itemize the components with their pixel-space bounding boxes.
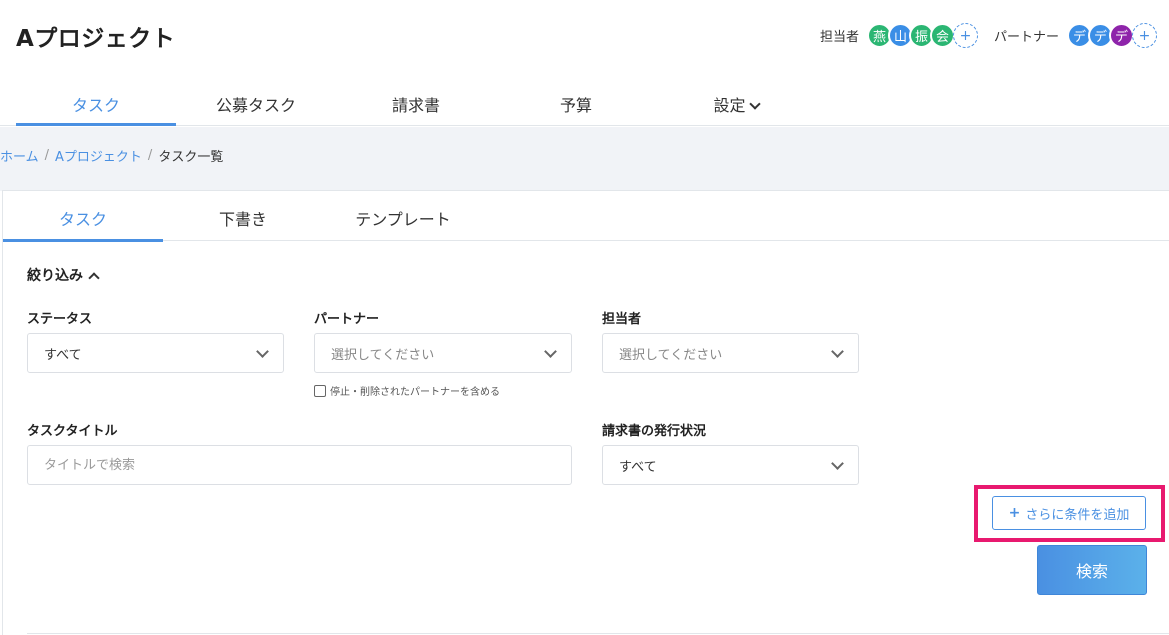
- tab-label: 予算: [559, 96, 592, 115]
- member-area: 担当者 燕 山 振 会 + パートナー デ デ デ +: [820, 23, 1157, 48]
- tab-label: テンプレート: [355, 210, 451, 229]
- partner-select[interactable]: 選択してください: [314, 333, 572, 373]
- tab-label: 請求書: [391, 96, 440, 115]
- assignee-placeholder: 選択してください: [619, 347, 723, 363]
- tab-label: 下書き: [218, 210, 267, 229]
- tab-budget[interactable]: 予算: [496, 80, 656, 126]
- breadcrumb-separator: /: [44, 148, 50, 163]
- filter-toggle[interactable]: 絞り込み: [27, 265, 100, 285]
- chevron-down-icon: [544, 345, 557, 358]
- partner-avatars: デ デ デ +: [1067, 23, 1157, 48]
- subtab-templates[interactable]: テンプレート: [323, 191, 483, 241]
- invoice-status-label: 請求書の発行状況: [602, 424, 707, 439]
- status-select[interactable]: すべて: [27, 333, 284, 373]
- task-panel: タスク 下書き テンプレート 絞り込み ステータス すべて パートナー 選択して…: [2, 190, 1169, 635]
- subtab-drafts[interactable]: 下書き: [163, 191, 323, 241]
- breadcrumb-home[interactable]: ホーム: [0, 146, 39, 165]
- assignee-select[interactable]: 選択してください: [602, 333, 859, 373]
- breadcrumb: ホーム / Aプロジェクト / タスク一覧: [0, 146, 223, 165]
- add-condition-button[interactable]: + さらに条件を追加: [992, 496, 1146, 530]
- breadcrumb-current: タスク一覧: [158, 150, 224, 165]
- chevron-down-icon: [831, 457, 844, 470]
- partner-label: パートナー: [993, 30, 1059, 45]
- tab-label: タスク: [71, 96, 120, 115]
- tab-invoices[interactable]: 請求書: [336, 80, 496, 126]
- partner-filter-label: パートナー: [314, 312, 380, 327]
- breadcrumb-project[interactable]: Aプロジェクト: [55, 146, 142, 165]
- tab-tasks[interactable]: タスク: [16, 80, 176, 126]
- tab-label: 公募タスク: [215, 96, 296, 115]
- avatar[interactable]: デ: [1109, 23, 1134, 48]
- tab-public-tasks[interactable]: 公募タスク: [176, 80, 336, 126]
- add-assignee-button[interactable]: +: [952, 23, 978, 48]
- main-tabs: タスク 公募タスク 請求書 予算 設定: [16, 80, 816, 126]
- invoice-status-value: すべて: [619, 459, 657, 475]
- project-title: Aプロジェクト: [16, 26, 176, 52]
- chevron-down-icon: [256, 345, 269, 358]
- tab-settings[interactable]: 設定: [656, 80, 816, 126]
- tab-label: 設定: [713, 96, 746, 115]
- chevron-up-icon: [88, 272, 100, 284]
- add-partner-button[interactable]: +: [1132, 23, 1157, 48]
- avatar[interactable]: 会: [929, 23, 955, 48]
- search-button[interactable]: 検索: [1037, 545, 1147, 595]
- app-header: Aプロジェクト 担当者 燕 山 振 会 + パートナー デ デ デ + タスク …: [0, 0, 1169, 126]
- invoice-status-select[interactable]: すべて: [602, 445, 859, 485]
- include-stopped-checkbox[interactable]: [314, 384, 326, 397]
- breadcrumb-separator: /: [147, 148, 153, 163]
- assignee-label: 担当者: [819, 30, 859, 45]
- filter-title: 絞り込み: [27, 268, 83, 284]
- plus-icon: +: [1008, 505, 1021, 521]
- include-stopped-label: 停止・削除されたパートナーを含める: [330, 387, 500, 398]
- assignee-avatars: 燕 山 振 会 +: [866, 23, 978, 48]
- include-stopped-option: 停止・削除されたパートナーを含める: [314, 383, 500, 398]
- assignee-filter-label: 担当者: [602, 312, 642, 327]
- add-condition-label: さらに条件を追加: [1025, 507, 1130, 523]
- subtab-tasks[interactable]: タスク: [3, 191, 163, 242]
- search-button-label: 検索: [1075, 562, 1108, 581]
- status-value: すべて: [44, 347, 82, 363]
- chevron-down-icon: [831, 345, 844, 358]
- task-title-label: タスクタイトル: [27, 424, 118, 439]
- task-title-input[interactable]: [27, 445, 572, 485]
- status-label: ステータス: [27, 312, 93, 327]
- chevron-down-icon: [748, 98, 761, 110]
- partner-placeholder: 選択してください: [331, 347, 435, 363]
- breadcrumb-bar: ホーム / Aプロジェクト / タスク一覧: [0, 127, 1169, 191]
- tab-label: タスク: [58, 210, 107, 229]
- sub-tabs: タスク 下書き テンプレート: [3, 191, 1169, 242]
- divider: [27, 633, 1169, 634]
